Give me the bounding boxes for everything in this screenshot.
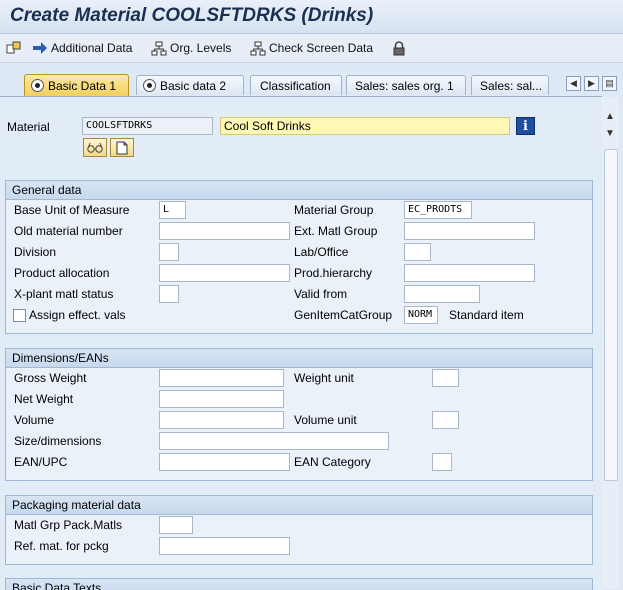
tab-label: Basic Data 1: [48, 78, 117, 93]
ext-matl-group-label: Ext. Matl Group: [294, 224, 378, 238]
ref-mat-pckg-label: Ref. mat. for pckg: [14, 539, 109, 553]
tab-label: Basic data 2: [160, 78, 227, 93]
radio-icon: [31, 79, 44, 92]
tab-basic-data-2[interactable]: Basic data 2: [136, 75, 244, 95]
group-header: Basic Data Texts: [6, 579, 592, 590]
lab-office-label: Lab/Office: [294, 245, 349, 259]
size-dimensions-field[interactable]: [159, 432, 389, 450]
group-header: General data: [6, 181, 592, 200]
group-header: Packaging material data: [6, 496, 592, 515]
check-screen-data-label: Check Screen Data: [269, 41, 374, 55]
gross-weight-field[interactable]: [159, 369, 284, 387]
radio-icon: [143, 79, 156, 92]
material-label: Material: [7, 120, 50, 134]
ean-category-label: EAN Category: [294, 455, 371, 469]
division-field[interactable]: [159, 243, 179, 261]
weight-unit-label: Weight unit: [294, 371, 354, 385]
product-allocation-field[interactable]: [159, 264, 290, 282]
org-levels-label: Org. Levels: [170, 41, 232, 55]
document-button[interactable]: [110, 138, 134, 157]
switch-icon: [6, 41, 21, 54]
arrow-right-icon: [33, 42, 47, 54]
additional-data-button[interactable]: Additional Data: [32, 40, 132, 56]
page-title: Create Material COOLSFTDRKS (Drinks): [10, 5, 374, 26]
application-toolbar: Additional Data Org. Levels Check Screen…: [0, 34, 623, 63]
assign-effect-vals-checkbox[interactable]: [13, 309, 26, 322]
weight-unit-field[interactable]: [432, 369, 459, 387]
ean-upc-label: EAN/UPC: [14, 455, 68, 469]
document-icon: [116, 141, 128, 154]
assign-effect-vals-label: Assign effect. vals: [29, 308, 126, 322]
lock-button[interactable]: [392, 40, 409, 56]
volume-unit-field[interactable]: [432, 411, 459, 429]
tab-sales-org-1[interactable]: Sales: sales org. 1: [346, 75, 466, 95]
base-uom-label: Base Unit of Measure: [14, 203, 130, 217]
gen-item-cat-group-label: GenItemCatGroup: [294, 308, 393, 322]
gen-item-cat-group-desc: Standard item: [449, 308, 524, 322]
main-content: Material COOLSFTDRKS Cool Soft Drinks i …: [0, 96, 602, 590]
net-weight-field[interactable]: [159, 390, 284, 408]
tab-strip: Basic Data 1 Basic data 2 Classification…: [0, 70, 623, 96]
org-levels-button[interactable]: Org. Levels: [151, 40, 231, 56]
lock-icon: [393, 40, 405, 55]
vertical-scrollbar[interactable]: ▲ ▼: [602, 97, 619, 589]
gross-weight-label: Gross Weight: [14, 371, 87, 385]
additional-data-label: Additional Data: [51, 41, 133, 55]
tab-label: Sales: sal...: [480, 78, 543, 93]
info-icon[interactable]: i: [516, 117, 535, 135]
matl-grp-pack-label: Matl Grp Pack.Matls: [14, 518, 123, 532]
ref-mat-pckg-field[interactable]: [159, 537, 290, 555]
material-group-field[interactable]: EC_PRODTS: [404, 201, 472, 219]
prod-hierarchy-field[interactable]: [404, 264, 535, 282]
base-uom-field[interactable]: L: [159, 201, 186, 219]
group-header: Dimensions/EANs: [6, 349, 592, 368]
title-bar: Create Material COOLSFTDRKS (Drinks): [0, 0, 623, 34]
xplant-status-field[interactable]: [159, 285, 179, 303]
division-label: Division: [14, 245, 57, 259]
glasses-button[interactable]: [83, 138, 107, 157]
volume-label: Volume: [14, 413, 55, 427]
size-dimensions-label: Size/dimensions: [14, 434, 102, 448]
xplant-status-label: X-plant matl status: [14, 287, 114, 301]
material-field[interactable]: COOLSFTDRKS: [82, 117, 213, 135]
tab-label: Classification: [260, 78, 331, 93]
net-weight-label: Net Weight: [14, 392, 74, 406]
check-hierarchy-icon: [250, 41, 266, 55]
valid-from-label: Valid from: [294, 287, 348, 301]
volume-unit-label: Volume unit: [294, 413, 357, 427]
other-material-button[interactable]: [6, 40, 25, 56]
tab-list-icon[interactable]: ▤: [602, 76, 617, 91]
ean-category-field[interactable]: [432, 453, 452, 471]
tab-scroll-left-icon[interactable]: ◀: [566, 76, 581, 91]
scrollbar-thumb[interactable]: [604, 149, 618, 481]
material-group-label: Material Group: [294, 203, 374, 217]
ean-upc-field[interactable]: [159, 453, 290, 471]
lab-office-field[interactable]: [404, 243, 431, 261]
prod-hierarchy-label: Prod.hierarchy: [294, 266, 373, 280]
tab-scroll-right-icon[interactable]: ▶: [584, 76, 599, 91]
tab-basic-data-1[interactable]: Basic Data 1: [24, 74, 129, 96]
ext-matl-group-field[interactable]: [404, 222, 535, 240]
tab-label: Sales: sales org. 1: [355, 78, 454, 93]
volume-field[interactable]: [159, 411, 284, 429]
gen-item-cat-group-field[interactable]: NORM: [404, 306, 438, 324]
old-material-number-field[interactable]: [159, 222, 290, 240]
tab-classification[interactable]: Classification: [250, 75, 342, 95]
basic-data-texts-group: Basic Data Texts: [5, 578, 593, 590]
material-description-field[interactable]: Cool Soft Drinks: [220, 117, 510, 135]
matl-grp-pack-field[interactable]: [159, 516, 193, 534]
scroll-down-icon[interactable]: ▼: [605, 128, 615, 139]
tab-sales-2[interactable]: Sales: sal...: [471, 75, 549, 95]
hierarchy-icon: [151, 41, 167, 55]
valid-from-field[interactable]: [404, 285, 480, 303]
product-allocation-label: Product allocation: [14, 266, 110, 280]
glasses-icon: [87, 142, 103, 153]
check-screen-data-button[interactable]: Check Screen Data: [250, 40, 373, 56]
scroll-up-icon[interactable]: ▲: [605, 111, 615, 122]
old-material-number-label: Old material number: [14, 224, 123, 238]
